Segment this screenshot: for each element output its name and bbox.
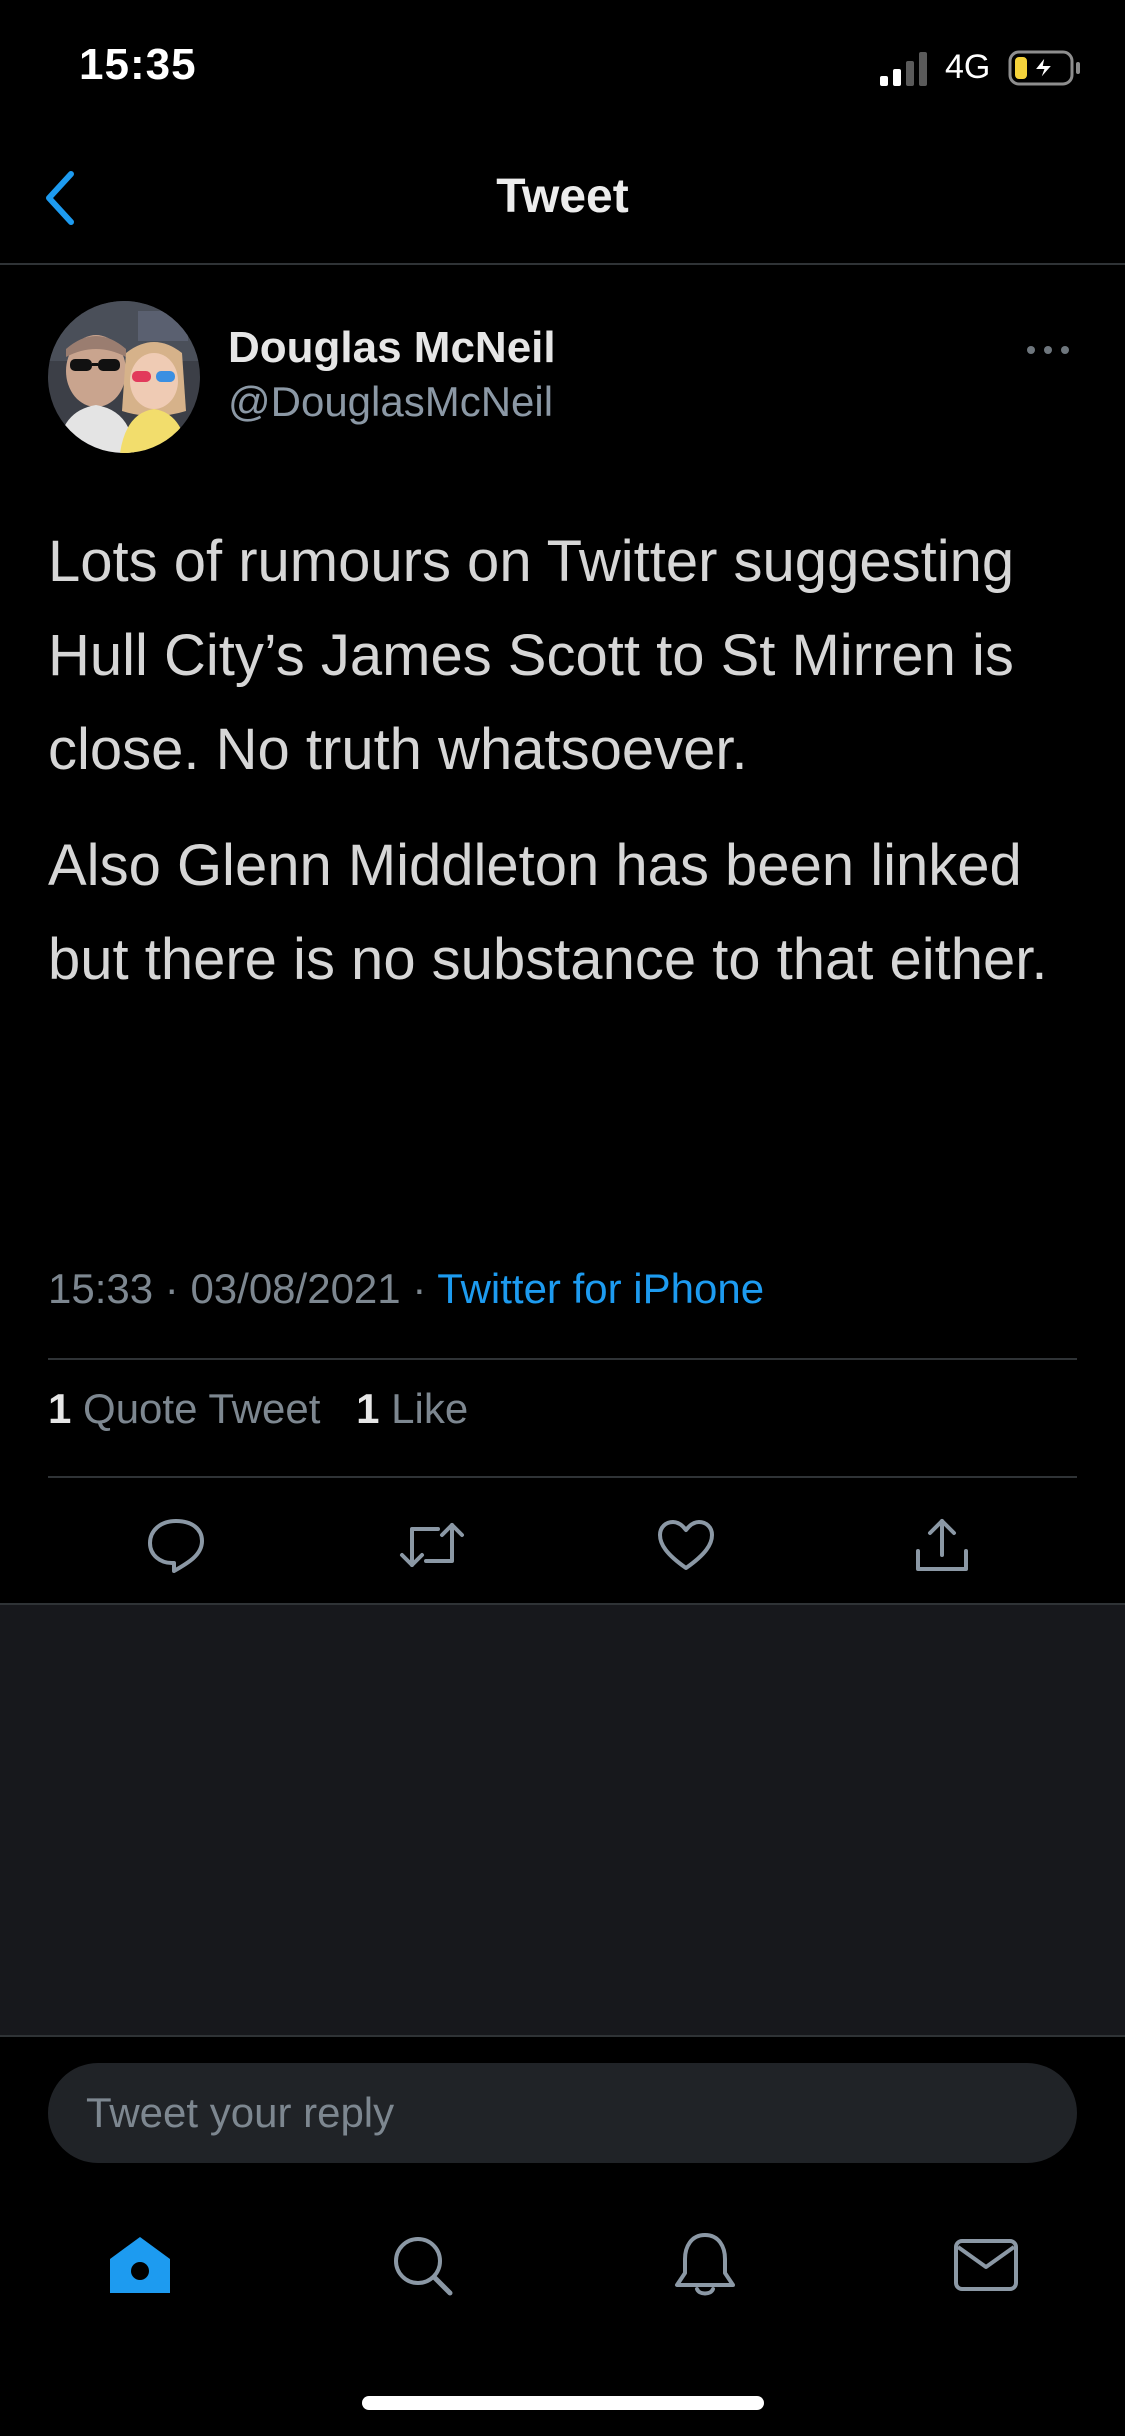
quote-tweets-link[interactable]: 1 Quote Tweet [48, 1385, 332, 1432]
avatar-photo [48, 301, 200, 453]
reply-button[interactable] [136, 1505, 216, 1585]
tab-bar [0, 2175, 1125, 2355]
like-count: 1 [356, 1385, 380, 1432]
battery-charging-icon [1008, 50, 1080, 86]
quote-tweet-count: 1 [48, 1385, 72, 1432]
home-icon [110, 2237, 170, 2293]
divider [48, 1476, 1077, 1478]
status-bar: 15:35 4G [0, 0, 1125, 135]
share-button[interactable] [902, 1505, 982, 1585]
tweet-actions [0, 1505, 1125, 1585]
separator-dot: · [164, 1265, 191, 1312]
search-icon [394, 2237, 453, 2296]
tweet-source-link[interactable]: Twitter for iPhone [437, 1265, 764, 1312]
reply-input[interactable] [48, 2063, 1077, 2163]
reply-bar [0, 2035, 1125, 2175]
replies-area [0, 1605, 1125, 2035]
tweet-date: 03/08/2021 [190, 1265, 401, 1312]
like-label: Like [391, 1385, 469, 1432]
tab-notifications[interactable] [665, 2225, 745, 2305]
likes-link[interactable]: 1 Like [356, 1385, 468, 1432]
home-indicator[interactable] [362, 2396, 764, 2410]
page-title: Tweet [496, 170, 629, 223]
more-horizontal-icon [1027, 346, 1069, 354]
like-button[interactable] [646, 1505, 726, 1585]
mail-icon [954, 2239, 1018, 2291]
tweet-paragraph: Also Glenn Middleton has been linked but… [48, 833, 1048, 992]
reply-icon [148, 1519, 204, 1573]
more-options-button[interactable] [1020, 335, 1076, 365]
divider [48, 1358, 1077, 1360]
separator-dot: · [412, 1265, 438, 1312]
tweet-text: Lots of rumours on Twitter suggesting Hu… [48, 515, 1088, 1029]
quote-tweet-label: Quote Tweet [83, 1385, 321, 1432]
retweet-button[interactable] [392, 1505, 472, 1585]
tab-home[interactable] [100, 2225, 180, 2305]
status-time: 15:35 [79, 40, 197, 89]
signal-strength-icon [880, 52, 927, 86]
tweet-time: 15:33 [48, 1265, 154, 1312]
tweet-detail: Douglas McNeil @DouglasMcNeil Lots of ru… [0, 265, 1125, 1605]
tab-messages[interactable] [946, 2225, 1026, 2305]
bell-icon [675, 2233, 735, 2296]
tweet-metadata: 15:33 · 03/08/2021 · Twitter for iPhone [48, 1265, 764, 1313]
author-name[interactable]: Douglas McNeil [228, 323, 556, 373]
nav-header: Tweet [0, 135, 1125, 265]
author-handle[interactable]: @DouglasMcNeil [228, 378, 553, 426]
retweet-icon [400, 1523, 464, 1567]
network-type: 4G [945, 48, 991, 86]
tab-search[interactable] [382, 2225, 462, 2305]
engagement-stats: 1 Quote Tweet 1 Like [48, 1385, 468, 1433]
tweet-paragraph: Lots of rumours on Twitter suggesting Hu… [48, 529, 1015, 782]
avatar[interactable] [48, 301, 200, 453]
share-icon [916, 1519, 968, 1571]
heart-icon [658, 1520, 714, 1570]
